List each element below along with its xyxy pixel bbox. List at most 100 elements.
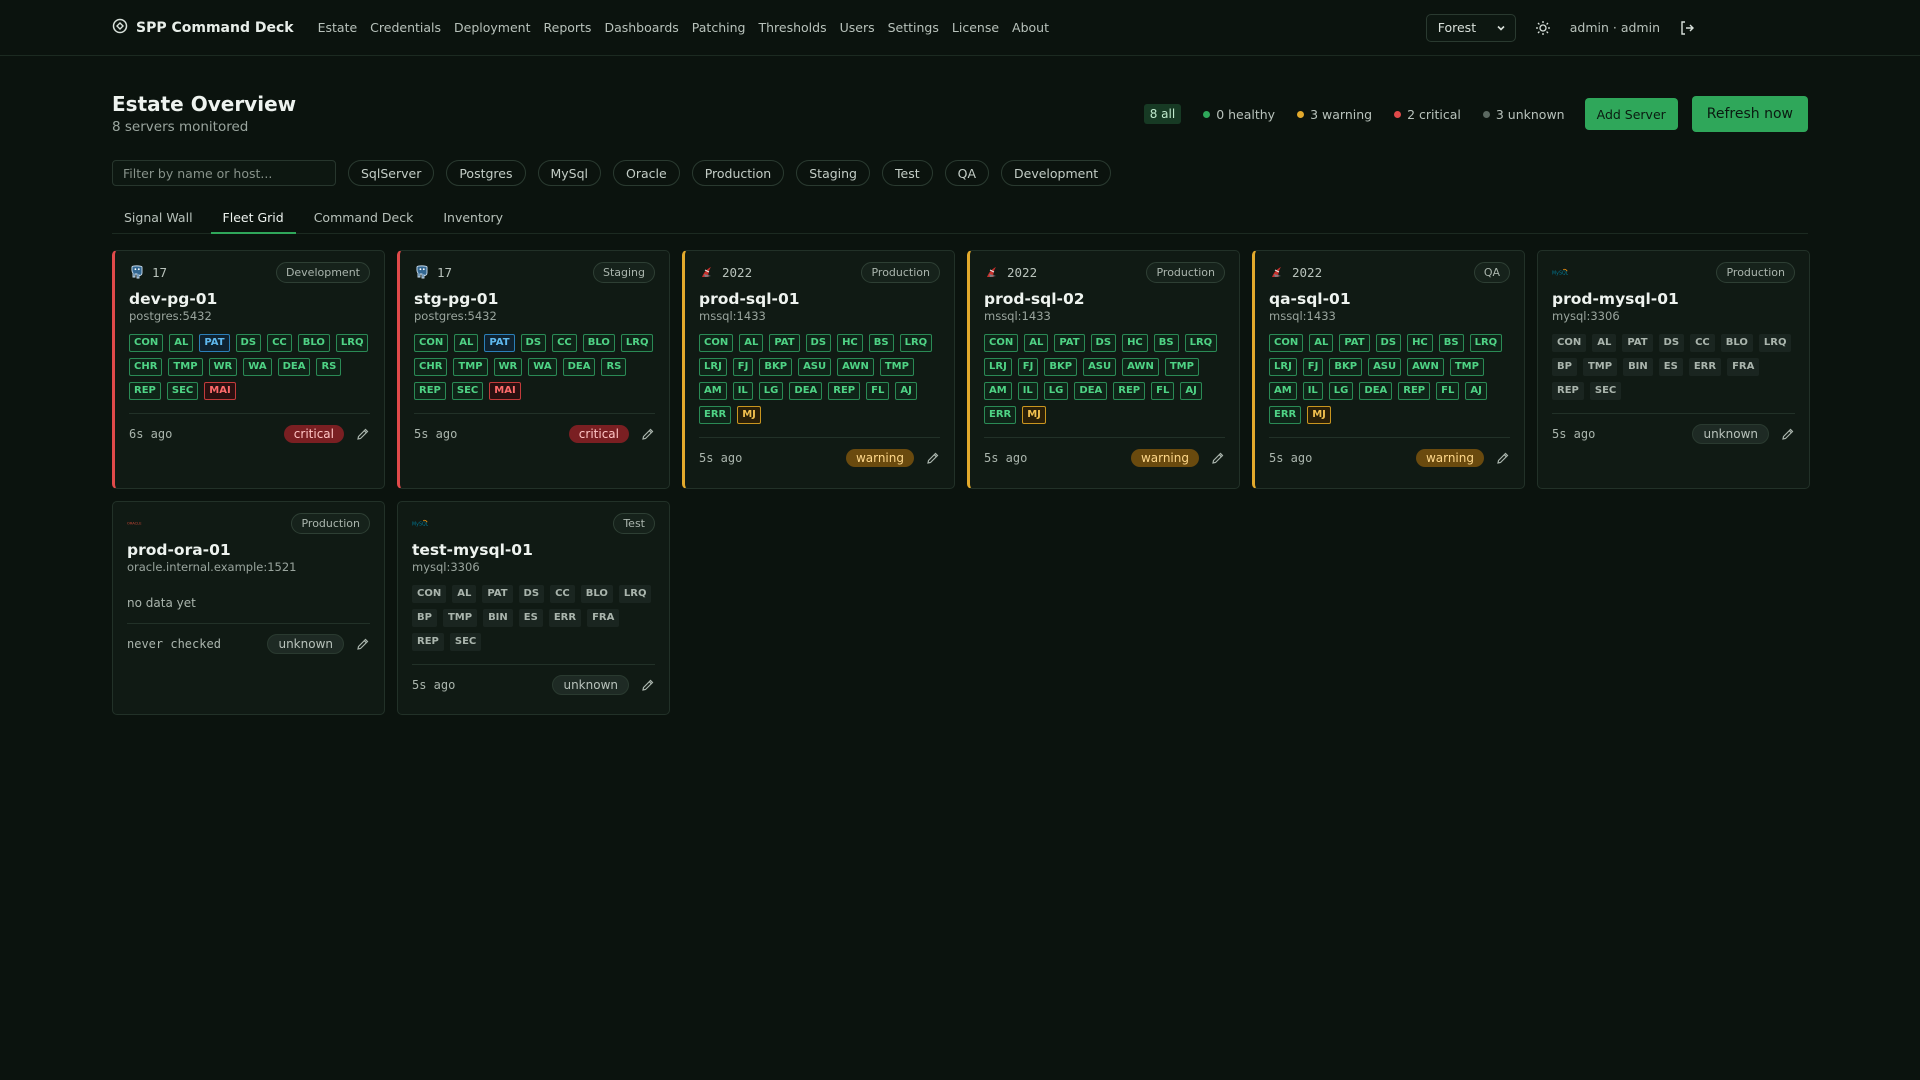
check-code-badge[interactable]: DEA (789, 382, 823, 400)
check-code-badge[interactable]: LRJ (1269, 358, 1297, 376)
check-code-badge[interactable]: MAI (489, 382, 521, 400)
check-code-badge[interactable]: CC (552, 334, 577, 352)
check-code-badge[interactable]: RS (316, 358, 342, 376)
check-code-badge[interactable]: DEA (562, 358, 596, 376)
check-code-badge[interactable]: MJ (1022, 406, 1046, 424)
pencil-icon[interactable] (1211, 451, 1225, 465)
warning-count[interactable]: 3 warning (1297, 107, 1372, 122)
check-code-badge[interactable]: IL (732, 382, 753, 400)
check-code-badge[interactable]: ASU (1368, 358, 1402, 376)
check-code-badge[interactable]: ES (1658, 358, 1683, 376)
check-code-badge[interactable]: LRQ (618, 585, 652, 603)
check-code-badge[interactable]: LRQ (1184, 334, 1218, 352)
check-code-badge[interactable]: PAT (484, 334, 515, 352)
refresh-now-button[interactable]: Refresh now (1691, 96, 1808, 132)
check-code-badge[interactable]: WR (208, 358, 238, 376)
check-code-badge[interactable]: BP (412, 609, 437, 627)
check-code-badge[interactable]: AL (454, 334, 479, 352)
check-code-badge[interactable]: BLO (582, 334, 615, 352)
check-code-badge[interactable]: RS (601, 358, 627, 376)
check-code-badge[interactable]: PAT (482, 585, 513, 603)
check-code-badge[interactable]: FJ (1302, 358, 1324, 376)
check-code-badge[interactable]: DS (805, 334, 832, 352)
check-code-badge[interactable]: TMP (453, 358, 488, 376)
check-code-badge[interactable]: ASU (1083, 358, 1117, 376)
check-code-badge[interactable]: BS (1153, 334, 1179, 352)
server-card[interactable]: MySQL Production prod-mysql-01 mysql:3306 CO… (1537, 250, 1810, 489)
check-code-badge[interactable]: PAT (1622, 334, 1653, 352)
check-code-badge[interactable]: ES (518, 609, 543, 627)
check-code-badge[interactable]: FRA (587, 609, 620, 627)
unknown-count[interactable]: 3 unknown (1482, 107, 1565, 122)
check-code-badge[interactable]: LRQ (899, 334, 933, 352)
check-code-badge[interactable]: REP (828, 382, 861, 400)
check-code-badge[interactable]: SEC (449, 633, 482, 651)
nav-link-about[interactable]: About (1012, 20, 1049, 35)
check-code-badge[interactable]: LG (758, 382, 784, 400)
check-code-badge[interactable]: AJ (1180, 382, 1202, 400)
check-code-badge[interactable]: CON (129, 334, 164, 352)
check-code-badge[interactable]: DS (1375, 334, 1402, 352)
check-code-badge[interactable]: HC (1407, 334, 1433, 352)
check-code-badge[interactable]: IL (1302, 382, 1323, 400)
check-code-badge[interactable]: ERR (548, 609, 582, 627)
check-code-badge[interactable]: SEC (451, 382, 484, 400)
server-card[interactable]: 2022 Production prod-sql-01 mssql:1433 CON AL… (682, 250, 955, 489)
check-code-badge[interactable]: CON (1552, 334, 1587, 352)
pencil-icon[interactable] (641, 678, 655, 692)
nav-link-dashboards[interactable]: Dashboards (604, 20, 678, 35)
check-code-badge[interactable]: FJ (732, 358, 754, 376)
check-code-badge[interactable]: FL (866, 382, 890, 400)
check-code-badge[interactable]: DS (235, 334, 262, 352)
check-code-badge[interactable]: CHR (414, 358, 448, 376)
check-code-badge[interactable]: ERR (699, 406, 732, 424)
check-code-badge[interactable]: AWN (1122, 358, 1159, 376)
check-code-badge[interactable]: TMP (442, 609, 478, 627)
check-code-badge[interactable]: LRQ (1758, 334, 1792, 352)
pencil-icon[interactable] (356, 427, 370, 441)
logout-icon[interactable] (1678, 19, 1696, 37)
check-code-badge[interactable]: CON (412, 585, 447, 603)
check-code-badge[interactable]: AL (452, 585, 477, 603)
check-code-badge[interactable]: BLO (1720, 334, 1753, 352)
check-code-badge[interactable]: HC (837, 334, 863, 352)
filter-all-chip[interactable]: 8 all (1143, 104, 1182, 124)
filter-pill-qa[interactable]: QA (944, 160, 990, 186)
check-code-badge[interactable]: CHR (129, 358, 163, 376)
check-code-badge[interactable]: BP (1552, 358, 1577, 376)
check-code-badge[interactable]: MAI (204, 382, 236, 400)
check-code-badge[interactable]: AM (984, 382, 1012, 400)
pencil-icon[interactable] (1496, 451, 1510, 465)
server-card[interactable]: ORACLE Production prod-ora-01 oracle.intern… (112, 501, 385, 715)
check-code-badge[interactable]: WA (243, 358, 272, 376)
check-code-badge[interactable]: FRA (1727, 358, 1760, 376)
check-code-badge[interactable]: CC (550, 585, 575, 603)
check-code-badge[interactable]: LRJ (984, 358, 1012, 376)
check-code-badge[interactable]: REP (1552, 382, 1584, 400)
pencil-icon[interactable] (356, 637, 370, 651)
check-code-badge[interactable]: BS (1438, 334, 1464, 352)
server-card[interactable]: MySQL Test test-mysql-01 mysql:3306 CON AL PAT… (397, 501, 670, 715)
check-code-badge[interactable]: AL (1592, 334, 1617, 352)
check-code-badge[interactable]: BLO (297, 334, 330, 352)
check-code-badge[interactable]: REP (414, 382, 446, 400)
check-code-badge[interactable]: ERR (1688, 358, 1722, 376)
check-code-badge[interactable]: MJ (737, 406, 761, 424)
server-card[interactable]: 17 Staging stg-pg-01 postgres:5432 CON AL PAT D… (397, 250, 670, 489)
check-code-badge[interactable]: ERR (984, 406, 1017, 424)
check-code-badge[interactable]: BIN (1623, 358, 1653, 376)
filter-pill-development[interactable]: Development (1001, 160, 1112, 186)
check-code-badge[interactable]: DEA (1359, 382, 1393, 400)
check-code-badge[interactable]: LRQ (1469, 334, 1503, 352)
pencil-icon[interactable] (926, 451, 940, 465)
check-code-badge[interactable]: TMP (1582, 358, 1618, 376)
theme-select[interactable]: Forest (1425, 13, 1516, 42)
check-code-badge[interactable]: BKP (1044, 358, 1078, 376)
check-code-badge[interactable]: SEC (166, 382, 199, 400)
check-code-badge[interactable]: SEC (1589, 382, 1622, 400)
check-code-badge[interactable]: BKP (1329, 358, 1363, 376)
check-code-badge[interactable]: PAT (199, 334, 230, 352)
pencil-icon[interactable] (641, 427, 655, 441)
check-code-badge[interactable]: BKP (759, 358, 793, 376)
filter-pill-oracle[interactable]: Oracle (613, 160, 680, 186)
